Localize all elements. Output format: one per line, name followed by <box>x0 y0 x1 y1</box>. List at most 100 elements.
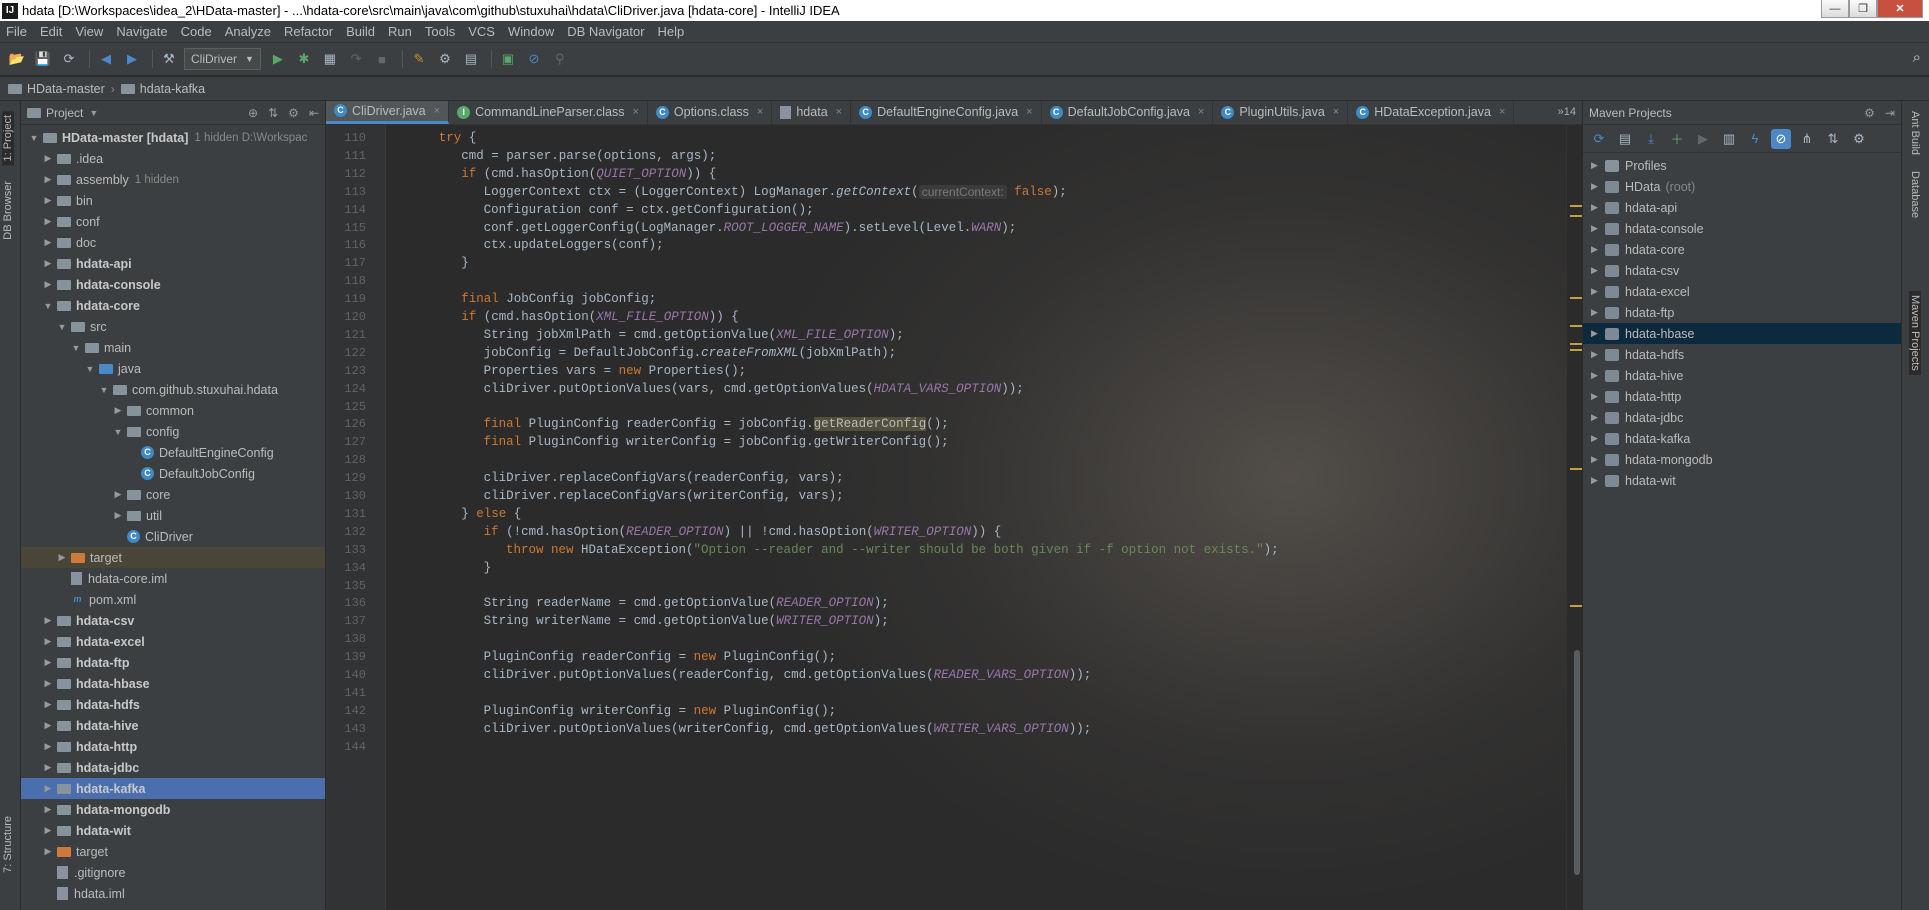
editor-scrollbar[interactable] <box>1566 125 1582 910</box>
close-button[interactable]: ✕ <box>1877 0 1923 18</box>
tree-item[interactable]: ▶ hdata-wit <box>21 820 325 841</box>
collapsed-arrow-icon[interactable]: ▶ <box>1591 454 1605 465</box>
collapsed-arrow-icon[interactable]: ▶ <box>41 846 55 857</box>
db-browser-tool-tab[interactable]: DB Browser <box>2 181 14 240</box>
code-editor[interactable]: 110 try {111 cmd = parser.parse(options, a… <box>326 125 1582 910</box>
tree-item[interactable]: ▶ hdata-hive <box>21 715 325 736</box>
sync-icon[interactable]: ⟳ <box>58 48 80 70</box>
tree-item[interactable]: ▶ target <box>21 547 325 568</box>
menu-window[interactable]: Window <box>508 24 554 39</box>
editor-tab[interactable]: C HDataException.java × <box>1348 101 1515 124</box>
save-icon[interactable]: 💾 <box>32 48 54 70</box>
tree-item[interactable]: ▶ common <box>21 400 325 421</box>
maven-tree-item[interactable]: ▶ hdata-core <box>1583 239 1901 260</box>
error-stripe-mark[interactable] <box>1570 205 1582 207</box>
editor-tab[interactable]: C DefaultEngineConfig.java × <box>851 101 1042 124</box>
generate-sources-icon[interactable]: ▤ <box>1615 129 1635 149</box>
back-arrow-icon[interactable]: ◀ <box>95 48 117 70</box>
close-tab-icon[interactable]: × <box>757 106 763 118</box>
expanded-arrow-icon[interactable]: ▼ <box>55 322 69 332</box>
breadcrumb-item[interactable]: HData-master <box>8 82 105 96</box>
menu-navigate[interactable]: Navigate <box>116 24 167 39</box>
collapsed-arrow-icon[interactable]: ▶ <box>1591 265 1605 276</box>
tree-item[interactable]: .gitignore <box>21 862 325 883</box>
close-tab-icon[interactable]: × <box>1198 106 1204 118</box>
run-configuration-selector[interactable]: CliDriver ▼ <box>184 48 261 70</box>
collapsed-arrow-icon[interactable]: ▶ <box>41 279 55 290</box>
add-project-icon[interactable]: ＋ <box>1667 129 1687 149</box>
menu-vcs[interactable]: VCS <box>468 24 495 39</box>
tree-item[interactable]: ▶ hdata-csv <box>21 610 325 631</box>
error-stripe-mark[interactable] <box>1570 325 1582 327</box>
locate-icon[interactable]: ⊕ <box>248 106 258 120</box>
collapsed-arrow-icon[interactable]: ▶ <box>1591 433 1605 444</box>
ant-build-tool-tab[interactable]: Ant Build <box>1909 111 1921 155</box>
project-panel-title[interactable]: Project <box>46 106 83 120</box>
error-stripe-mark[interactable] <box>1570 468 1582 470</box>
breadcrumb-item[interactable]: hdata-kafka <box>120 82 205 96</box>
maven-tree-item[interactable]: ▶ hdata-console <box>1583 218 1901 239</box>
database-tool-tab[interactable]: Database <box>1909 171 1921 218</box>
tree-item[interactable]: ▶ hdata-http <box>21 736 325 757</box>
tree-item[interactable]: ▼ main <box>21 337 325 358</box>
collapsed-arrow-icon[interactable]: ▶ <box>55 552 69 563</box>
tree-item[interactable]: ▶ util <box>21 505 325 526</box>
collapsed-arrow-icon[interactable]: ▶ <box>111 510 125 521</box>
maven-tree-item[interactable]: ▶ hdata-hdfs <box>1583 344 1901 365</box>
menu-analyze[interactable]: Analyze <box>225 24 271 39</box>
expanded-arrow-icon[interactable]: ▼ <box>111 427 125 437</box>
show-dependencies-icon[interactable]: ⋔ <box>1797 129 1817 149</box>
open-folder-icon[interactable]: 📂 <box>6 48 28 70</box>
collapsed-arrow-icon[interactable]: ▶ <box>1591 202 1605 213</box>
collapsed-arrow-icon[interactable]: ▶ <box>111 405 125 416</box>
collapse-all-icon[interactable]: ⇅ <box>1823 129 1843 149</box>
collapsed-arrow-icon[interactable]: ▶ <box>41 678 55 689</box>
toggle-offline-icon[interactable]: ϟ <box>1745 129 1765 149</box>
maven-tree-item[interactable]: ▶ hdata-kafka <box>1583 428 1901 449</box>
build-icon[interactable]: ⚒ <box>158 48 180 70</box>
menu-tools[interactable]: Tools <box>425 24 455 39</box>
profile-icon[interactable]: ↷ <box>345 48 367 70</box>
terminal-icon[interactable]: ⊘ <box>523 48 545 70</box>
skip-tests-icon[interactable]: ⊘ <box>1771 128 1791 149</box>
maven-tree-item[interactable]: ▶ Profiles <box>1583 155 1901 176</box>
tree-item[interactable]: ▶ hdata-excel <box>21 631 325 652</box>
execute-goal-icon[interactable]: ▥ <box>1719 129 1739 149</box>
maven-settings-icon[interactable]: ⚙ <box>1849 129 1869 149</box>
maven-tree-item[interactable]: ▶ hdata-csv <box>1583 260 1901 281</box>
chevron-down-icon[interactable]: ▼ <box>89 108 98 118</box>
tree-item[interactable]: ▶ hdata-ftp <box>21 652 325 673</box>
expanded-arrow-icon[interactable]: ▼ <box>83 364 97 374</box>
debug-icon[interactable]: ✱ <box>293 48 315 70</box>
tree-item[interactable]: ▶ hdata-console <box>21 274 325 295</box>
maximize-button[interactable]: ❐ <box>1849 0 1877 18</box>
tree-item[interactable]: ▶ hdata-api <box>21 253 325 274</box>
error-stripe-mark[interactable] <box>1570 343 1582 345</box>
tree-item[interactable]: ▶ assembly 1 hidden <box>21 169 325 190</box>
close-tab-icon[interactable]: × <box>836 106 842 118</box>
editor-tab[interactable]: I CommandLineParser.class × <box>449 101 648 124</box>
collapsed-arrow-icon[interactable]: ▶ <box>41 237 55 248</box>
hide-panel-icon[interactable]: ⇥ <box>1885 106 1895 120</box>
close-tab-icon[interactable]: × <box>434 105 440 117</box>
maven-tree-item[interactable]: ▶ hdata-excel <box>1583 281 1901 302</box>
vcs-commit-icon[interactable]: ⚙ <box>434 48 456 70</box>
expanded-arrow-icon[interactable]: ▼ <box>27 133 41 143</box>
collapsed-arrow-icon[interactable]: ▶ <box>1591 370 1605 381</box>
expanded-arrow-icon[interactable]: ▼ <box>41 301 55 311</box>
collapsed-arrow-icon[interactable]: ▶ <box>41 741 55 752</box>
collapsed-arrow-icon[interactable]: ▶ <box>41 825 55 836</box>
structure-tool-tab[interactable]: 7: Structure <box>2 816 14 873</box>
menu-edit[interactable]: Edit <box>40 24 62 39</box>
maven-tree-item[interactable]: ▶ hdata-api <box>1583 197 1901 218</box>
maven-tree-item[interactable]: ▶ hdata-http <box>1583 386 1901 407</box>
error-stripe-mark[interactable] <box>1570 297 1582 299</box>
collapsed-arrow-icon[interactable]: ▶ <box>41 720 55 731</box>
tree-item[interactable]: C DefaultJobConfig <box>21 463 325 484</box>
menu-build[interactable]: Build <box>346 24 375 39</box>
tree-item[interactable]: ▶ doc <box>21 232 325 253</box>
editor-tab[interactable]: C Options.class × <box>648 101 773 124</box>
editor-tab[interactable]: hdata × <box>772 101 852 124</box>
tree-item[interactable]: ▶ hdata-jdbc <box>21 757 325 778</box>
tree-item[interactable]: ▼ src <box>21 316 325 337</box>
